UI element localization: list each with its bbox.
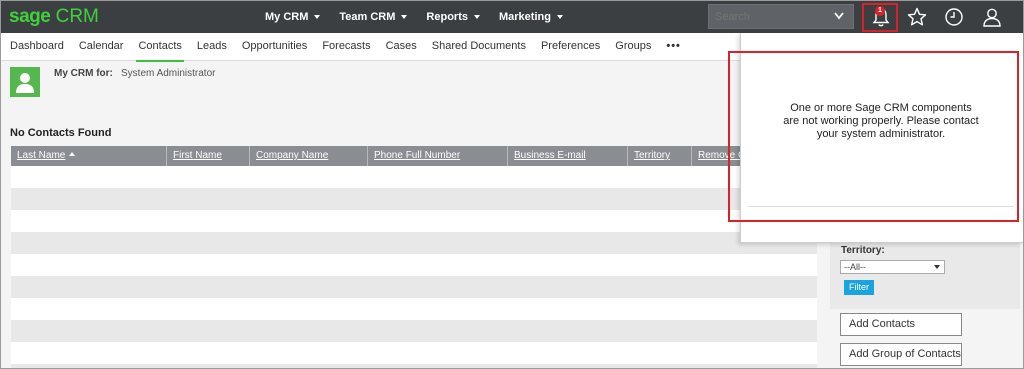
clock-icon[interactable] [943, 6, 965, 28]
table-row [11, 342, 817, 364]
tab-dashboard[interactable]: Dashboard [10, 33, 64, 61]
territory-select[interactable]: --All-- [840, 260, 945, 274]
column-first-name[interactable]: First Name [167, 146, 250, 166]
table-row [11, 276, 817, 298]
popover-divider [748, 206, 1014, 207]
column-business-email[interactable]: Business E-mail [508, 146, 628, 166]
star-icon[interactable] [906, 6, 928, 28]
menu-label: Marketing [498, 11, 551, 23]
logo-crm: CRM [55, 6, 99, 27]
caret-down-icon [473, 15, 480, 19]
menu-reports[interactable]: Reports [426, 1, 480, 33]
column-company-name[interactable]: Company Name [250, 146, 368, 166]
mycrm-for-label: My CRM for: [54, 68, 113, 79]
menu-label: Reports [426, 11, 468, 23]
tab-more[interactable]: ••• [666, 33, 681, 61]
tab-contacts[interactable]: Contacts [136, 33, 185, 62]
tab-shared-documents[interactable]: Shared Documents [432, 33, 526, 61]
column-territory[interactable]: Territory [628, 146, 692, 166]
list-title: No Contacts Found [10, 127, 112, 139]
menu-label: Team CRM [339, 11, 396, 23]
caret-down-icon [401, 15, 408, 19]
dropdown-arrow-icon [934, 265, 940, 269]
top-bar: sage CRM My CRM Team CRM Reports Marketi… [1, 1, 1023, 33]
table-row [11, 364, 817, 368]
notification-message: One or more Sage CRM components are not … [783, 102, 979, 140]
logo-sage: sage [9, 6, 51, 27]
app-window: sage CRM My CRM Team CRM Reports Marketi… [0, 0, 1024, 369]
table-row [11, 210, 817, 232]
tab-preferences[interactable]: Preferences [541, 33, 600, 61]
add-group-of-contacts-button[interactable]: Add Group of Contacts [840, 343, 962, 366]
menu-my-crm[interactable]: My CRM [265, 1, 321, 33]
column-last-name[interactable]: Last Name [11, 146, 167, 166]
table-row [11, 188, 817, 210]
menu-marketing[interactable]: Marketing [499, 1, 563, 33]
sage-crm-logo[interactable]: sage CRM [9, 6, 99, 28]
table-row [11, 298, 817, 320]
contacts-grid: Last Name First Name Company Name Phone … [11, 146, 817, 368]
add-contacts-button[interactable]: Add Contacts [840, 313, 962, 336]
territory-label: Territory: [841, 245, 885, 256]
tab-opportunities[interactable]: Opportunities [242, 33, 307, 61]
chevron-down-icon[interactable] [834, 12, 844, 20]
mycrm-user: System Administrator [121, 68, 216, 79]
caret-down-icon [314, 15, 321, 19]
user-icon[interactable] [981, 6, 1003, 28]
filter-button[interactable]: Filter [844, 280, 874, 295]
column-phone-full-number[interactable]: Phone Full Number [368, 146, 508, 166]
search-input[interactable] [708, 4, 854, 29]
tab-forecasts[interactable]: Forecasts [322, 33, 370, 61]
caret-down-icon [556, 15, 563, 19]
tab-calendar[interactable]: Calendar [79, 33, 124, 61]
table-row [11, 232, 817, 254]
column-label: Last Name [17, 150, 66, 161]
bell-highlight-box [862, 3, 898, 32]
sort-up-icon [69, 152, 76, 156]
menu-label: My CRM [265, 11, 309, 23]
tab-groups[interactable]: Groups [615, 33, 651, 61]
grid-header: Last Name First Name Company Name Phone … [11, 146, 817, 166]
table-row [11, 254, 817, 276]
table-row [11, 166, 817, 188]
table-row [11, 320, 817, 342]
menu-team-crm[interactable]: Team CRM [339, 1, 408, 33]
tab-leads[interactable]: Leads [197, 33, 227, 61]
territory-selected-value: --All-- [844, 262, 866, 272]
top-menu: My CRM Team CRM Reports Marketing [265, 1, 582, 33]
tab-cases[interactable]: Cases [386, 33, 417, 61]
avatar-icon [10, 67, 40, 97]
